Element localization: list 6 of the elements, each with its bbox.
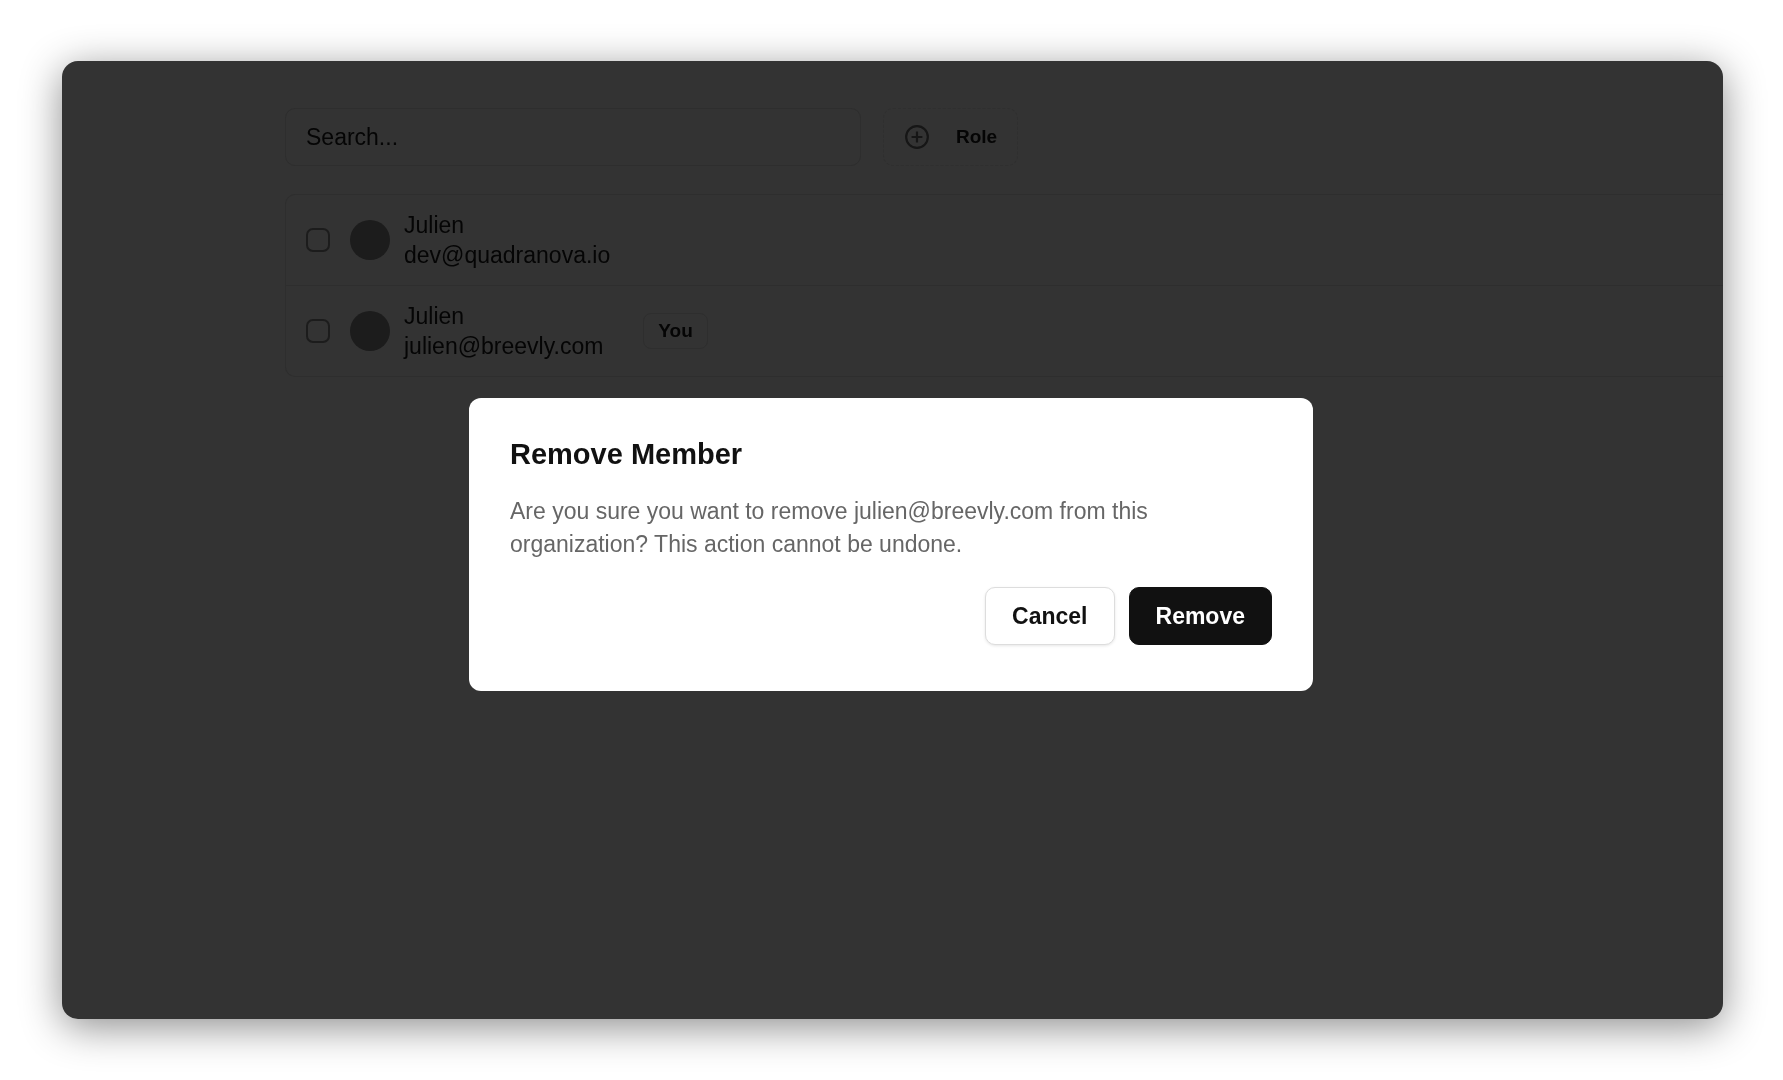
avatar xyxy=(350,220,390,260)
dialog-title: Remove Member xyxy=(510,438,744,471)
remove-button[interactable]: Remove xyxy=(1128,587,1272,645)
dialog-message: Are you sure you want to remove julien@breevly.com from this organization? This action cannot be undone. xyxy=(510,497,1149,559)
cancel-button[interactable]: Cancel xyxy=(985,587,1115,645)
plus-circle-icon xyxy=(904,124,930,150)
